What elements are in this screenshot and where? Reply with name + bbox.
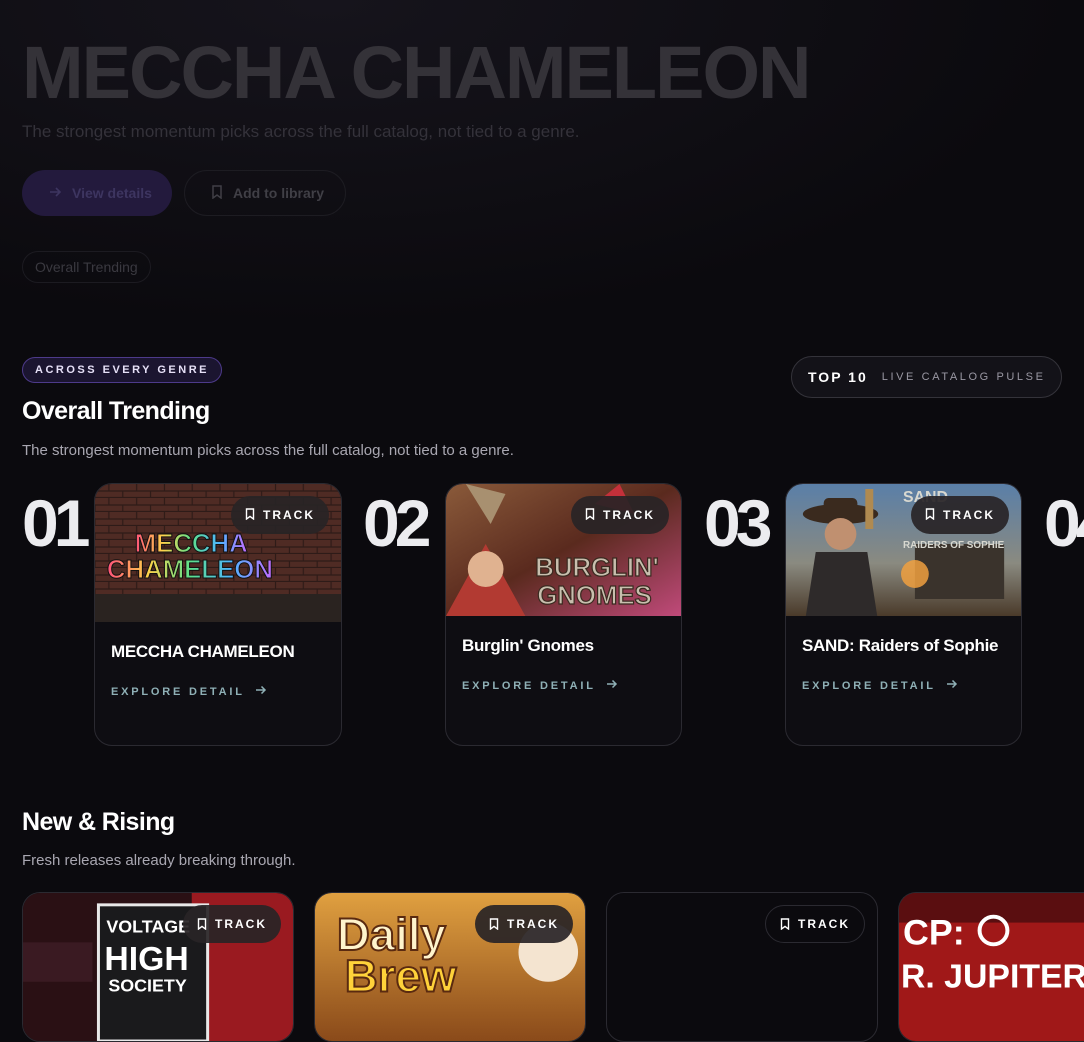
cover-art-text: Brew xyxy=(345,951,457,1002)
section-eyebrow-badge: ACROSS EVERY GENRE xyxy=(22,357,222,383)
rank-number: 01 xyxy=(22,486,90,560)
explore-detail-label: EXPLORE DETAIL xyxy=(111,685,245,698)
track-label: TRACK xyxy=(603,508,655,522)
arrow-right-icon xyxy=(946,678,958,693)
game-card-meccha-chameleon[interactable]: MECCHA CHAMELEON TRACK MECCHA CHAMELEON … xyxy=(94,483,342,746)
game-card-voltage-high-society[interactable]: VOLTAGE HIGH SOCIETY TRACK xyxy=(22,892,294,1042)
game-card-burglin-gnomes[interactable]: BURGLIN' GNOMES TRACK Burglin' Gnomes EX… xyxy=(445,483,682,746)
cover-art-text: HIGH xyxy=(104,941,188,978)
track-label: TRACK xyxy=(943,508,995,522)
bookmark-icon xyxy=(197,918,207,930)
rising-section-description: Fresh releases already breaking through. xyxy=(22,852,296,869)
cover-art-text: CP: xyxy=(903,912,965,952)
bookmark-icon xyxy=(780,918,790,930)
pulse-sub-label: LIVE CATALOG PULSE xyxy=(881,371,1046,383)
track-label: TRACK xyxy=(215,917,267,931)
hero-title: MECCHA CHAMELEON xyxy=(22,31,811,114)
trending-section-title: Overall Trending xyxy=(22,397,210,425)
explore-detail-label: EXPLORE DETAIL xyxy=(802,679,936,692)
bookmark-icon xyxy=(585,507,595,523)
cover-art-text: CHAMELEON xyxy=(107,556,273,584)
bookmark-icon xyxy=(211,184,223,202)
trending-section-description: The strongest momentum picks across the … xyxy=(22,442,514,459)
arrow-right-icon xyxy=(255,684,267,699)
game-card-empty-cover[interactable]: TRACK xyxy=(606,892,878,1042)
game-title: MECCHA CHAMELEON xyxy=(111,642,295,661)
game-title: Burglin' Gnomes xyxy=(462,636,594,655)
track-button[interactable]: TRACK xyxy=(571,496,669,534)
rising-section-title: New & Rising xyxy=(22,808,175,836)
track-label: TRACK xyxy=(798,917,850,931)
explore-detail-label: EXPLORE DETAIL xyxy=(462,679,596,692)
cover-art-text: VOLTAGE xyxy=(106,917,190,937)
game-card-daily-brew[interactable]: Daily Brew TRACK xyxy=(314,892,586,1042)
explore-detail-link[interactable]: EXPLORE DETAIL xyxy=(111,684,267,699)
game-cover-image: CP: R. JUPITER xyxy=(899,893,1084,1041)
explore-detail-link[interactable]: EXPLORE DETAIL xyxy=(462,678,618,693)
bookmark-icon xyxy=(489,918,499,930)
explore-detail-link[interactable]: EXPLORE DETAIL xyxy=(802,678,958,693)
rank-number: 03 xyxy=(704,486,772,560)
catalog-pulse-badge: TOP 10 LIVE CATALOG PULSE xyxy=(791,356,1062,398)
add-to-library-button[interactable]: Add to library xyxy=(184,170,346,216)
game-card-cp-jupiter[interactable]: CP: R. JUPITER xyxy=(898,892,1084,1042)
track-label: TRACK xyxy=(263,508,315,522)
hero-subtitle: The strongest momentum picks across the … xyxy=(22,122,580,141)
cover-art-text: GNOMES xyxy=(537,582,652,610)
track-button[interactable]: TRACK xyxy=(183,905,281,943)
game-title: SAND: Raiders of Sophie xyxy=(802,636,999,655)
track-button[interactable]: TRACK xyxy=(475,905,573,943)
hero-banner: MECCHA CHAMELEON The strongest momentum … xyxy=(0,0,1084,330)
cover-art-text: R. JUPITER xyxy=(901,959,1084,996)
bookmark-icon xyxy=(925,507,935,523)
add-to-library-label: Add to library xyxy=(233,185,325,201)
cover-art-text: RAIDERS OF SOPHIE xyxy=(903,540,1005,551)
cover-art-text: SOCIETY xyxy=(108,976,186,996)
view-details-label: View details xyxy=(72,185,152,201)
arrow-right-icon xyxy=(48,185,62,202)
track-label: TRACK xyxy=(507,917,559,931)
rank-number: 02 xyxy=(363,486,431,560)
cover-art-text: BURGLIN' xyxy=(535,554,659,582)
bookmark-icon xyxy=(245,507,255,523)
rank-number: 04 xyxy=(1044,486,1084,560)
track-button[interactable]: TRACK xyxy=(765,905,865,943)
pulse-top-label: TOP 10 xyxy=(808,369,868,385)
arrow-right-icon xyxy=(606,678,618,693)
cover-art-text: MECCHA xyxy=(135,530,248,558)
hero-category-chip[interactable]: Overall Trending xyxy=(22,251,151,283)
track-button[interactable]: TRACK xyxy=(231,496,329,534)
view-details-button[interactable]: View details xyxy=(22,170,172,216)
game-card-sand-raiders-of-sophie[interactable]: SAND RAIDERS OF SOPHIE TRACK SAND: Raide… xyxy=(785,483,1022,746)
track-button[interactable]: TRACK xyxy=(911,496,1009,534)
